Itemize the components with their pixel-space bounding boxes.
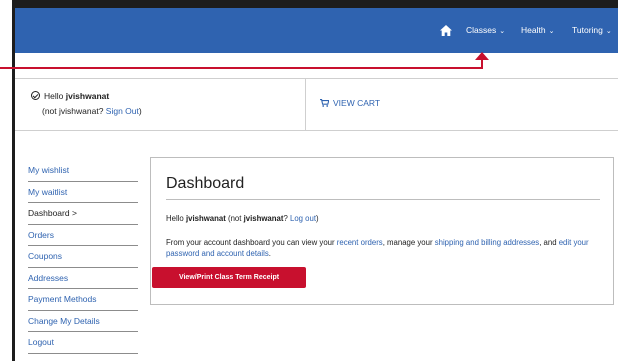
nav-item-tutoring[interactable]: Tutoring ⌄	[572, 8, 612, 53]
description-text: From your account dashboard you can view…	[166, 238, 337, 247]
sidebar-item-waitlist[interactable]: My waitlist	[28, 182, 138, 203]
chevron-down-icon: ⌄	[605, 28, 612, 35]
account-sidebar: My wishlist My waitlist Dashboard > Orde…	[28, 160, 138, 354]
greeting-prefix: Hello	[166, 214, 186, 223]
view-receipt-button[interactable]: View/Print Class Term Receipt	[152, 267, 306, 288]
username: jvishwanat	[185, 214, 226, 223]
not-user-prefix: (not jvishwanat?	[42, 106, 106, 116]
not-user-suffix: )	[138, 106, 142, 116]
addresses-link[interactable]: shipping and billing addresses	[435, 238, 539, 247]
description-text: , manage your	[382, 238, 435, 247]
sidebar-item-orders[interactable]: Orders	[28, 225, 138, 246]
description-text: , and	[539, 238, 559, 247]
greeting: Hello jvishwanat	[31, 90, 109, 101]
top-navigation: Classes ⌄ Health ⌄ Tutoring ⌄	[15, 8, 618, 53]
window-frame-left	[12, 0, 15, 361]
view-cart-link[interactable]: VIEW CART	[320, 98, 380, 108]
dashboard-panel: Dashboard Hello jvishwanat (not jvishwan…	[150, 157, 614, 305]
sidebar-item-addresses[interactable]: Addresses	[28, 268, 138, 289]
nav-item-label: Health	[521, 25, 546, 35]
description-text: .	[268, 249, 271, 258]
nav-item-classes[interactable]: Classes ⌄	[466, 8, 505, 53]
check-circle-icon	[31, 91, 40, 100]
greeting-prefix: Hello	[44, 91, 66, 101]
sidebar-item-dashboard[interactable]: Dashboard >	[28, 203, 138, 225]
not-suffix: )	[316, 214, 319, 223]
view-cart-label: VIEW CART	[333, 98, 381, 108]
sidebar-item-change-details[interactable]: Change My Details	[28, 311, 138, 332]
recent-orders-link[interactable]: recent orders	[337, 238, 383, 247]
sidebar-item-logout[interactable]: Logout	[28, 332, 138, 354]
page-title: Dashboard	[166, 175, 245, 192]
divider	[166, 199, 600, 200]
not-prefix: (not	[225, 214, 244, 223]
cart-icon	[320, 99, 329, 107]
dashboard-description: From your account dashboard you can view…	[166, 237, 611, 259]
username: jvishwanat	[65, 91, 110, 101]
sidebar-item-wishlist[interactable]: My wishlist	[28, 160, 138, 182]
account-bar: Hello jvishwanat (not jvishwanat? Sign O…	[15, 78, 618, 131]
nav-item-health[interactable]: Health ⌄	[521, 8, 554, 53]
sidebar-item-payment-methods[interactable]: Payment Methods	[28, 289, 138, 311]
log-out-link[interactable]: Log out	[290, 214, 316, 223]
nav-item-label: Tutoring	[572, 25, 603, 35]
nav-item-label: Classes	[466, 25, 497, 35]
chevron-down-icon: ⌄	[548, 28, 555, 35]
annotation-arrow-icon	[475, 52, 489, 60]
window-frame-top	[12, 0, 618, 8]
not-user-line: (not jvishwanat? Sign Out)	[42, 106, 142, 116]
annotation-callout-line	[0, 67, 482, 69]
sign-out-link[interactable]: Sign Out	[106, 106, 139, 116]
sidebar-item-coupons[interactable]: Coupons	[28, 246, 138, 268]
chevron-down-icon: ⌄	[499, 28, 506, 35]
not-username: jvishwanat	[243, 214, 284, 223]
home-icon[interactable]	[440, 25, 452, 36]
dashboard-greeting: Hello jvishwanat (not jvishwanat? Log ou…	[166, 214, 319, 223]
account-bar-divider	[305, 79, 306, 130]
